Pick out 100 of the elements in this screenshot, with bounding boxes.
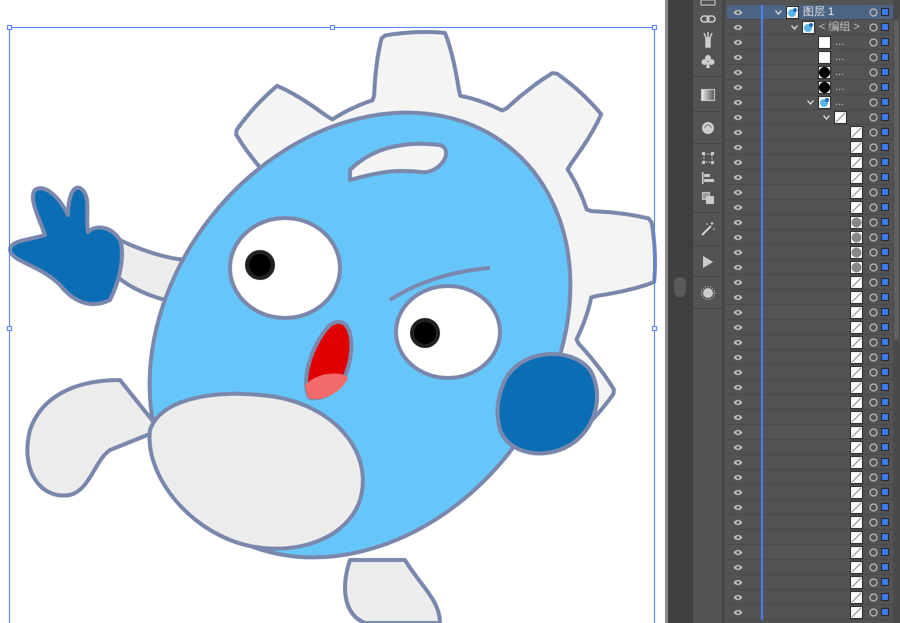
layer-row[interactable] — [727, 350, 893, 365]
eye-icon[interactable] — [733, 98, 743, 106]
layer-row[interactable] — [727, 275, 893, 290]
selection-square-icon[interactable] — [881, 533, 889, 541]
eye-icon[interactable] — [733, 384, 743, 390]
layer-row[interactable] — [727, 110, 893, 125]
selection-square-icon[interactable] — [881, 503, 889, 511]
layer-row[interactable] — [727, 560, 893, 575]
eye-icon[interactable] — [733, 488, 743, 496]
chevron-icon[interactable] — [806, 100, 814, 104]
scrollbar-thumb[interactable] — [674, 277, 686, 297]
eye-icon[interactable] — [733, 458, 743, 466]
selection-square-icon[interactable] — [881, 548, 889, 556]
layer-row[interactable] — [727, 605, 893, 620]
eye-icon[interactable] — [733, 8, 743, 16]
eye-icon[interactable] — [733, 474, 743, 480]
layer-row[interactable] — [727, 320, 893, 335]
eye-icon[interactable] — [733, 594, 743, 600]
layer-row[interactable] — [727, 185, 893, 200]
layer-row[interactable] — [727, 215, 893, 230]
eye-icon[interactable] — [733, 204, 743, 210]
eye-icon[interactable] — [733, 564, 743, 570]
selection-square-icon[interactable] — [881, 578, 889, 586]
layer-row[interactable] — [727, 500, 893, 515]
selection-square-icon[interactable] — [881, 158, 889, 166]
selection-square-icon[interactable] — [881, 188, 889, 196]
selection-square-icon[interactable] — [881, 293, 889, 301]
scrollbar-thumb[interactable] — [894, 20, 899, 340]
layer-row[interactable] — [727, 155, 893, 170]
chevron-icon[interactable] — [774, 10, 782, 14]
layer-row[interactable] — [727, 335, 893, 350]
layer-row[interactable] — [727, 485, 893, 500]
selection-square-icon[interactable] — [881, 443, 889, 451]
eye-icon[interactable] — [733, 218, 743, 226]
layer-row[interactable] — [727, 425, 893, 440]
eye-icon[interactable] — [733, 144, 743, 150]
selection-square-icon[interactable] — [881, 563, 889, 571]
eye-icon[interactable] — [733, 548, 743, 556]
eye-icon[interactable] — [733, 504, 743, 510]
layer-row[interactable] — [727, 575, 893, 590]
selection-square-icon[interactable] — [881, 323, 889, 331]
eye-icon[interactable] — [733, 578, 743, 586]
selection-square-icon[interactable] — [881, 413, 889, 421]
selection-square-icon[interactable] — [881, 608, 889, 616]
link-icon[interactable] — [700, 14, 716, 24]
layer-row[interactable]: ... — [727, 65, 893, 80]
eye-icon[interactable] — [733, 518, 743, 526]
layer-row[interactable]: ... — [727, 95, 893, 110]
selection-square-icon[interactable] — [881, 173, 889, 181]
transform-icon[interactable] — [702, 152, 714, 164]
selection-square-icon[interactable] — [881, 428, 889, 436]
magic-wand-icon[interactable] — [700, 222, 714, 236]
chevron-icon[interactable] — [822, 114, 830, 120]
layer-row[interactable] — [727, 455, 893, 470]
selection-square-icon[interactable] — [881, 368, 889, 376]
selection-square-icon[interactable] — [881, 98, 889, 106]
layer-row[interactable]: ... — [727, 35, 893, 50]
eye-icon[interactable] — [733, 84, 743, 90]
eye-icon[interactable] — [733, 24, 743, 30]
selection-square-icon[interactable] — [881, 473, 889, 481]
club-icon[interactable] — [700, 54, 714, 68]
sphere-icon[interactable] — [700, 121, 714, 135]
selection-square-icon[interactable] — [881, 488, 889, 496]
selection-square-icon[interactable] — [881, 518, 889, 526]
chevron-icon[interactable] — [790, 24, 798, 30]
eye-icon[interactable] — [733, 444, 743, 450]
eye-icon[interactable] — [733, 338, 743, 346]
eye-icon[interactable] — [733, 158, 743, 166]
eye-icon[interactable] — [733, 354, 743, 360]
selection-square-icon[interactable] — [881, 278, 889, 286]
layer-row[interactable] — [727, 290, 893, 305]
selection-square-icon[interactable] — [881, 263, 889, 271]
selection-square-icon[interactable] — [881, 593, 889, 601]
play-icon[interactable] — [702, 256, 714, 268]
selection-square-icon[interactable] — [881, 68, 889, 76]
layer-row[interactable]: 图层 1 — [727, 5, 893, 20]
layer-row[interactable] — [727, 590, 893, 605]
selection-square-icon[interactable] — [881, 83, 889, 91]
layer-row[interactable] — [727, 305, 893, 320]
layer-row[interactable] — [727, 230, 893, 245]
layer-row[interactable] — [727, 395, 893, 410]
eye-icon[interactable] — [733, 534, 743, 540]
selection-square-icon[interactable] — [881, 338, 889, 346]
align-icon[interactable] — [702, 172, 714, 184]
layer-row[interactable] — [727, 380, 893, 395]
layer-row[interactable]: ... — [727, 80, 893, 95]
selection-square-icon[interactable] — [881, 8, 889, 16]
eye-icon[interactable] — [733, 308, 743, 316]
sun-icon[interactable] — [700, 286, 714, 300]
eye-icon[interactable] — [733, 174, 743, 180]
selection-square-icon[interactable] — [881, 248, 889, 256]
eye-icon[interactable] — [733, 398, 743, 406]
selection-square-icon[interactable] — [881, 353, 889, 361]
selection-square-icon[interactable] — [881, 383, 889, 391]
layer-row[interactable] — [727, 260, 893, 275]
selection-square-icon[interactable] — [881, 23, 889, 31]
eye-icon[interactable] — [733, 234, 743, 240]
layer-row[interactable] — [727, 245, 893, 260]
selection-square-icon[interactable] — [881, 308, 889, 316]
eye-icon[interactable] — [733, 114, 743, 120]
